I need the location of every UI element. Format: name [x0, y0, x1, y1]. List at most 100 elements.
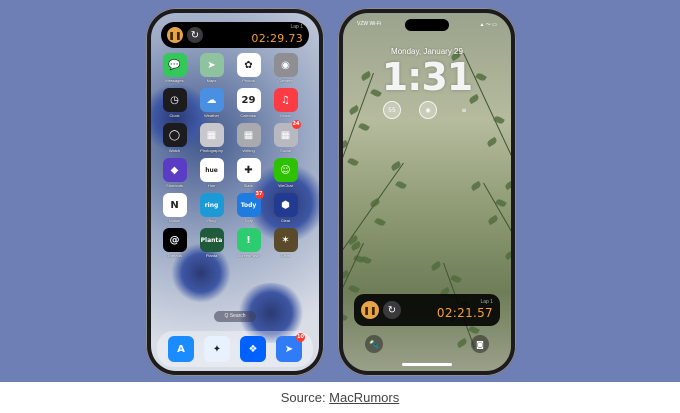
reset-button[interactable]: ↻: [187, 27, 203, 43]
app-music[interactable]: ♫ Music: [272, 88, 299, 118]
camera-button[interactable]: ◙: [471, 335, 489, 353]
app-shortcuts[interactable]: ◆ Shortcuts: [161, 158, 188, 188]
camera-icon: ◉: [273, 53, 298, 77]
app-clear[interactable]: ✶ Clear: [272, 228, 299, 258]
app-store-icon: A: [168, 336, 194, 362]
app-planta[interactable]: Planta Planta: [198, 228, 225, 258]
app-glyph: ♫: [281, 94, 290, 106]
app-glyph: Tody: [240, 201, 257, 209]
stopwatch-live-activity[interactable]: ❚❚ ↻ Lap 1 02:21.57: [354, 294, 500, 326]
app-threads[interactable]: @ Threads: [161, 228, 188, 258]
app-hue[interactable]: hue Hue: [198, 158, 225, 188]
wallpaper-stem: [343, 162, 404, 270]
app-label: Music: [280, 113, 291, 118]
carrier-label: VZW Wi-Fi: [357, 21, 382, 27]
app-calendar[interactable]: 29 Calendar: [235, 88, 262, 118]
app-glyph: Planta: [200, 236, 223, 244]
app-label: Slack: [243, 183, 254, 188]
elapsed-time: 02:21.57: [436, 305, 493, 320]
app-safari[interactable]: ✦: [204, 336, 230, 362]
music-icon: ♫: [273, 88, 298, 112]
app-glyph: !: [246, 234, 251, 246]
slack-icon: ✚: [236, 158, 261, 182]
shortcuts-icon: ◆: [162, 158, 187, 182]
app-label: Photos: [242, 78, 255, 83]
wallpaper-leaf: [343, 312, 348, 323]
image-caption: Source: MacRumors: [0, 382, 680, 413]
app-label: Weather: [203, 113, 220, 118]
app-wechat[interactable]: ☺ WeChat: [272, 158, 299, 188]
app-tody[interactable]: Tody 37 Tody: [235, 190, 264, 223]
app-label: Camera: [278, 78, 293, 83]
wallpaper-leaf: [450, 273, 463, 284]
wallpaper-leaf: [346, 156, 359, 167]
app-maps[interactable]: ➤ Maps: [198, 53, 225, 83]
lap-label: Lap 1: [480, 298, 493, 305]
watch-battery-widget[interactable]: ◉: [419, 101, 437, 119]
tody-icon: Tody 37: [236, 190, 264, 217]
app-ring[interactable]: ring Ring: [198, 193, 225, 223]
writing-icon: ▦: [236, 123, 261, 147]
reset-button[interactable]: ↻: [383, 301, 401, 319]
app-glyph: ⬢: [281, 199, 290, 211]
app-glyph: A: [177, 343, 185, 355]
app-glyph: ✦: [212, 343, 222, 355]
wallpaper-leaf: [390, 160, 402, 172]
app-social[interactable]: ▦ 24 Social: [272, 120, 301, 153]
lock-widgets: 55 ◉ ≡: [383, 101, 473, 119]
wallpaper-leaf: [360, 255, 372, 266]
app-weather[interactable]: ☁ Weather: [198, 88, 225, 118]
app-camera[interactable]: ◉ Camera: [272, 53, 299, 83]
app-slack[interactable]: ✚ Slack: [235, 158, 262, 188]
wallpaper-leaf: [504, 179, 511, 190]
home-indicator[interactable]: [402, 363, 452, 366]
lap-label: Lap 1: [290, 23, 303, 30]
wallpaper-leaf: [470, 180, 482, 192]
app-label: Clock: [169, 113, 180, 118]
app-grid: 💬 Messages ➤ Maps ✿ Photos ◉ Camera ◷ Clock ☁ Weath…: [161, 53, 311, 258]
app-clear[interactable]: ⬢ Clear: [272, 193, 299, 223]
social-icon: ▦ 24: [273, 120, 301, 147]
stopwatch-live-activity[interactable]: ❚❚ ↻ Lap 1 02:29.73: [161, 22, 309, 48]
pause-button[interactable]: ❚❚: [167, 27, 183, 43]
app-photography[interactable]: ▦ Photography: [198, 123, 225, 153]
search-button[interactable]: Q Search: [214, 311, 256, 322]
calendar-icon: 29: [236, 88, 261, 112]
screenpush-icon: !: [236, 228, 261, 252]
app-label: Shortcuts: [166, 183, 183, 188]
reset-icon: ↻: [190, 29, 200, 41]
flashlight-button[interactable]: 🔦: [365, 335, 383, 353]
app-watch[interactable]: ◯ Watch: [161, 123, 188, 153]
app-glyph: ring: [204, 201, 219, 209]
app-label: Hue: [207, 183, 216, 188]
app-label: Ring: [207, 218, 216, 223]
app-glyph: ➤: [284, 343, 294, 355]
spark-icon: ➤ 10: [276, 333, 305, 362]
app-label: Notion: [168, 218, 181, 223]
app-clock[interactable]: ◷ Clock: [161, 88, 188, 118]
app-writing[interactable]: ▦ Writing: [235, 123, 262, 153]
camera-icon: ◙: [476, 339, 484, 349]
app-label: Writing: [242, 148, 255, 153]
photography-icon: ▦: [199, 123, 224, 147]
wallpaper-leaf: [504, 249, 511, 260]
app-spark[interactable]: ➤ 10: [276, 333, 305, 362]
app-label: Clear: [280, 218, 291, 223]
app-dropbox[interactable]: ❖: [240, 336, 266, 362]
hue-icon: hue: [199, 158, 224, 182]
wallpaper-leaf: [487, 215, 499, 226]
maps-icon: ➤: [199, 53, 224, 77]
list-widget[interactable]: ≡: [455, 101, 473, 119]
home-screen: ❚❚ ↻ Lap 1 02:29.73 💬 Messages ➤ Maps ✿ Photo…: [151, 13, 319, 371]
app-glyph: ◉: [281, 59, 290, 71]
app-screenpush[interactable]: ! ScreenPush: [235, 228, 262, 258]
pause-button[interactable]: ❚❚: [361, 301, 379, 319]
wallpaper-leaf: [395, 179, 408, 190]
app-app-store[interactable]: A: [168, 336, 194, 362]
temperature-widget[interactable]: 55: [383, 101, 401, 119]
app-messages[interactable]: 💬 Messages: [161, 53, 188, 83]
app-notion[interactable]: N Notion: [161, 193, 188, 223]
app-photos[interactable]: ✿ Photos: [235, 53, 262, 83]
app-glyph: ✿: [244, 59, 253, 71]
source-link[interactable]: MacRumors: [329, 390, 399, 405]
